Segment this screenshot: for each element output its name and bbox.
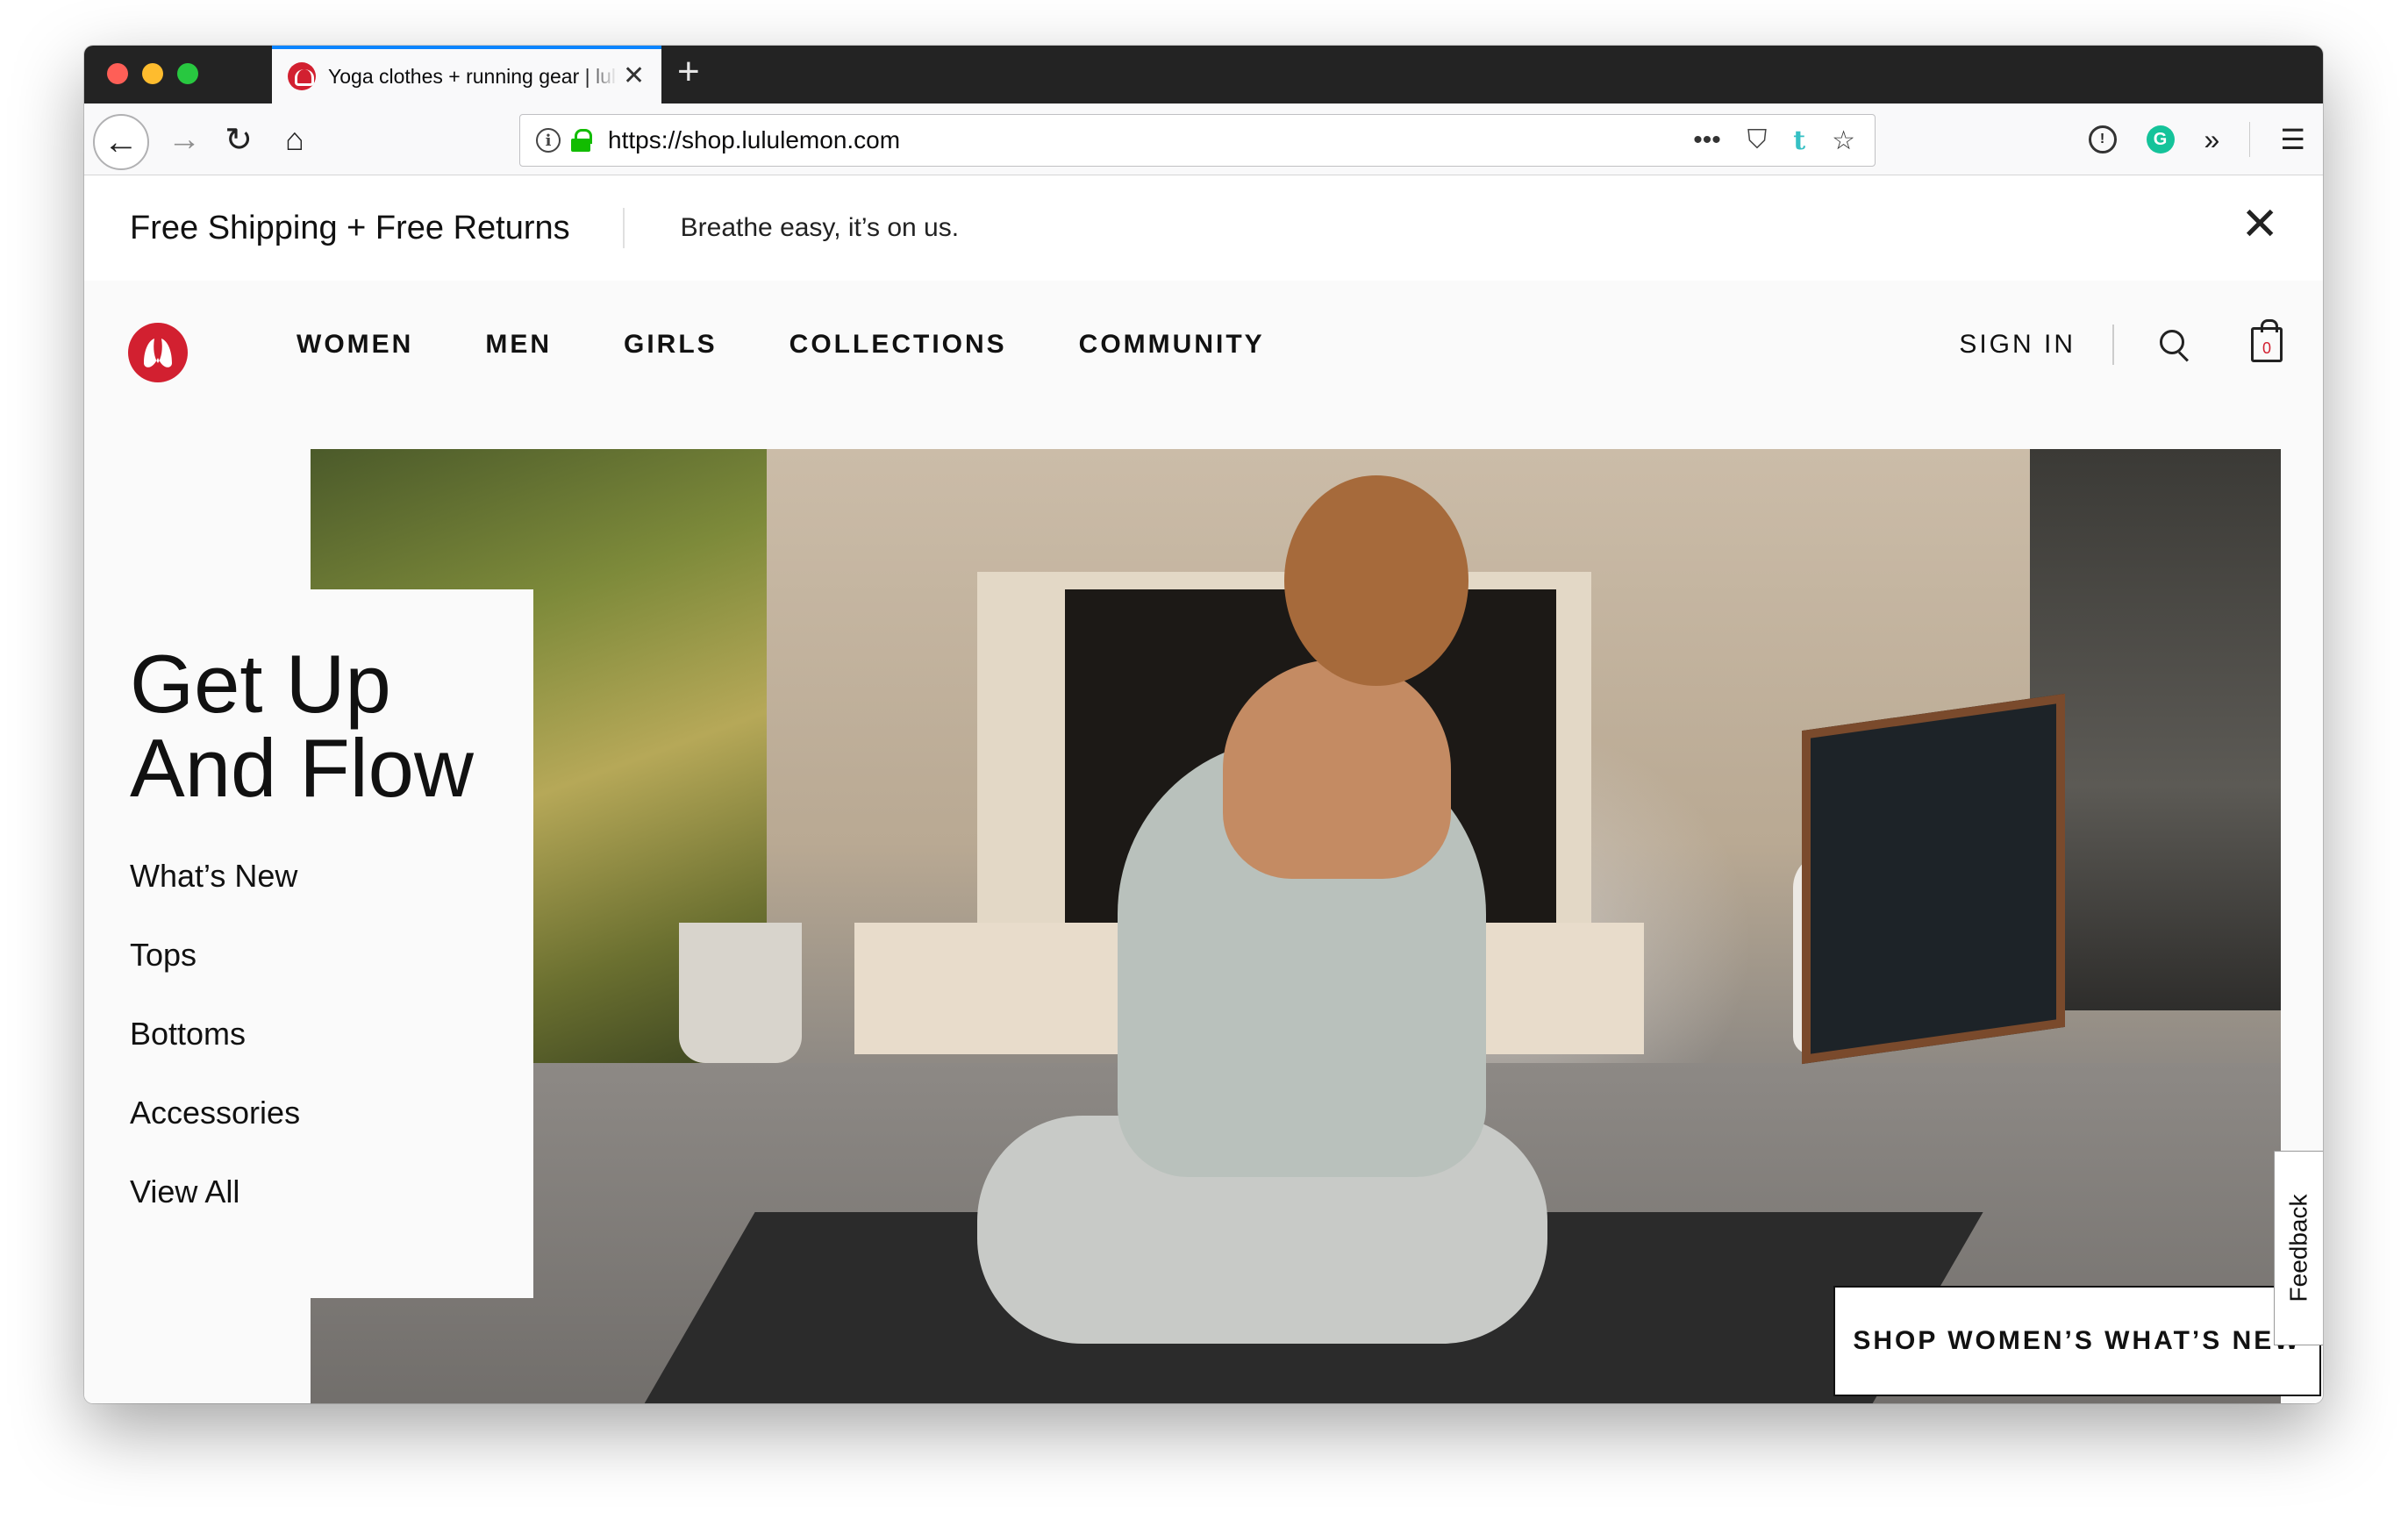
promo-divider: [622, 208, 625, 248]
tumblr-icon[interactable]: t: [1793, 125, 1805, 156]
link-tops[interactable]: Tops: [130, 938, 300, 972]
page-actions-more-icon[interactable]: •••: [1693, 125, 1721, 155]
hero-shelf: [2030, 449, 2281, 1010]
primary-nav: WOMEN MEN GIRLS COLLECTIONS COMMUNITY: [297, 330, 1265, 360]
sign-in-link[interactable]: SIGN IN: [1959, 330, 2076, 360]
home-button[interactable]: ⌂: [270, 103, 319, 175]
tab-strip: Yoga clothes + running gear | lululemon …: [84, 46, 2323, 103]
nav-community[interactable]: COMMUNITY: [1079, 330, 1265, 360]
web-page: Free Shipping + Free Returns Breathe eas…: [84, 175, 2323, 1403]
browser-toolbar: ← → ↻ ⌂ i https://shop.lululemon.com •••…: [84, 103, 2323, 175]
site-info-icon[interactable]: i: [536, 128, 561, 153]
lululemon-logo-icon: [144, 339, 172, 367]
lululemon-logo[interactable]: [128, 323, 188, 382]
window-controls: [107, 63, 198, 84]
shopping-bag-icon[interactable]: 0: [2251, 319, 2283, 362]
header-divider: [2112, 325, 2114, 365]
password-manager-icon[interactable]: !: [2088, 125, 2117, 153]
promo-headline[interactable]: Free Shipping + Free Returns: [130, 210, 570, 247]
site-header: WOMEN MEN GIRLS COLLECTIONS COMMUNITY SI…: [84, 281, 2323, 421]
link-view-all[interactable]: View All: [130, 1175, 300, 1209]
lululemon-favicon-icon: [288, 62, 316, 90]
zoom-window-button[interactable]: [177, 63, 198, 84]
link-whats-new[interactable]: What’s New: [130, 860, 300, 893]
header-actions: SIGN IN 0: [1959, 319, 2283, 365]
toolbar-divider: [2249, 122, 2251, 157]
new-tab-button[interactable]: +: [677, 53, 700, 91]
nav-women[interactable]: WOMEN: [297, 330, 413, 360]
hero-chair: [1802, 693, 2065, 1065]
hero-title-line-2: And Flow: [130, 722, 474, 814]
url-text[interactable]: https://shop.lululemon.com: [608, 126, 1693, 154]
hero-category-links: What’s New Tops Bottoms Accessories View…: [130, 860, 300, 1209]
nav-men[interactable]: MEN: [485, 330, 552, 360]
reload-button[interactable]: ↻: [214, 103, 263, 175]
link-accessories[interactable]: Accessories: [130, 1096, 300, 1130]
close-promo-icon[interactable]: ✕: [2240, 202, 2279, 247]
bookmark-star-icon[interactable]: ☆: [1832, 125, 1855, 156]
hamburger-menu-icon[interactable]: ☰: [2280, 123, 2305, 156]
nav-girls[interactable]: GIRLS: [624, 330, 718, 360]
url-bar[interactable]: i https://shop.lululemon.com ••• ⛉ t ☆: [519, 114, 1876, 167]
hero-person-head: [1284, 475, 1468, 686]
hero-image[interactable]: [311, 449, 2281, 1403]
grammarly-icon[interactable]: G: [2146, 125, 2175, 153]
feedback-tab[interactable]: Feedback: [2274, 1151, 2323, 1345]
nav-collections[interactable]: COLLECTIONS: [790, 330, 1007, 360]
overflow-chevron-icon[interactable]: »: [2204, 124, 2220, 156]
browser-window: Yoga clothes + running gear | lululemon …: [84, 46, 2323, 1403]
bag-count: 0: [2262, 339, 2271, 357]
tab-title: Yoga clothes + running gear | lululemon: [328, 64, 618, 88]
search-icon[interactable]: [2160, 330, 2190, 360]
close-window-button[interactable]: [107, 63, 128, 84]
hero-plant-pot: [679, 923, 802, 1063]
hero-title-line-1: Get Up: [130, 638, 391, 730]
hero-side-panel: Get Up And Flow What’s New Tops Bottoms …: [84, 589, 533, 1298]
hero-title: Get Up And Flow: [130, 642, 474, 810]
link-bottoms[interactable]: Bottoms: [130, 1017, 300, 1051]
secure-lock-icon: [571, 129, 592, 152]
shop-womens-whats-new-button[interactable]: SHOP WOMEN’S WHAT’S NEW: [1833, 1286, 2321, 1396]
promo-banner: Free Shipping + Free Returns Breathe eas…: [84, 175, 2323, 281]
browser-tab-active[interactable]: Yoga clothes + running gear | lululemon …: [272, 46, 661, 103]
close-tab-icon[interactable]: ✕: [623, 63, 645, 89]
minimize-window-button[interactable]: [142, 63, 163, 84]
hero-person-shoulders: [1223, 660, 1451, 879]
promo-subtext: Breathe easy, it’s on us.: [680, 213, 960, 242]
feedback-label: Feedback: [2284, 1194, 2312, 1302]
back-button[interactable]: ←: [93, 114, 149, 170]
pocket-icon[interactable]: ⛉: [1747, 125, 1768, 155]
forward-button[interactable]: →: [160, 103, 209, 175]
